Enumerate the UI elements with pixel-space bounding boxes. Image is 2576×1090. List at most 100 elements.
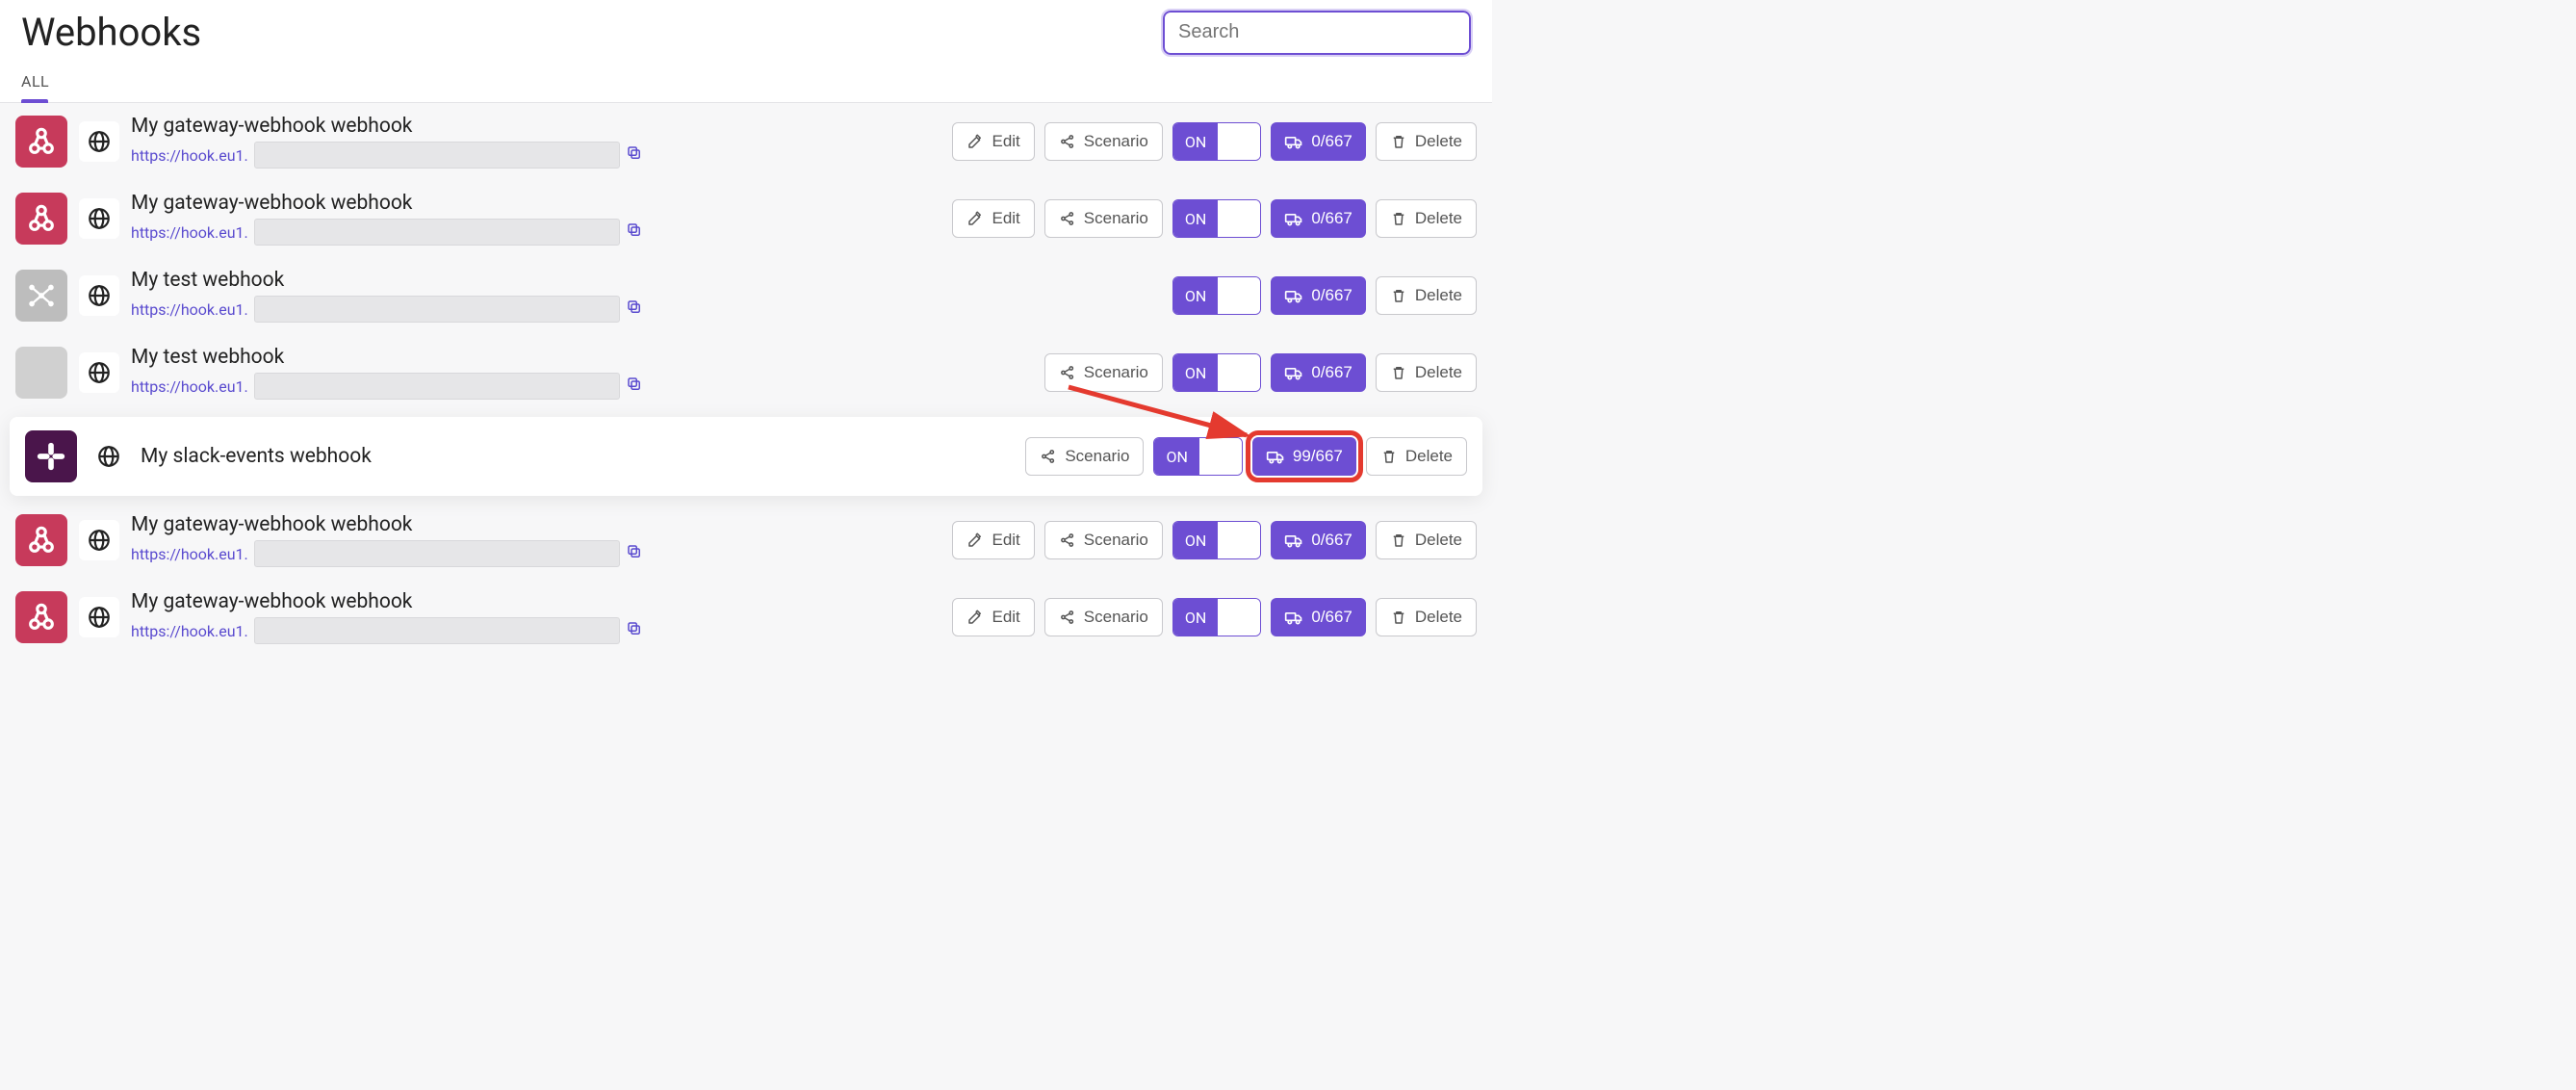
delete-button[interactable]: Delete xyxy=(1366,437,1467,476)
webhook-url: https://hook.eu1. xyxy=(131,142,940,169)
scenario-icon xyxy=(1059,210,1076,227)
queue-count: 0/667 xyxy=(1311,286,1352,305)
delete-button[interactable]: Delete xyxy=(1376,353,1477,392)
webhook-info: My test webhook https://hook.eu1. xyxy=(131,346,1033,400)
delete-button[interactable]: Delete xyxy=(1376,122,1477,161)
url-hidden xyxy=(254,296,620,323)
delete-button[interactable]: Delete xyxy=(1376,276,1477,315)
url-prefix: https://hook.eu1. xyxy=(131,622,248,640)
toggle-on-label: ON xyxy=(1173,123,1218,160)
toggle-on-label: ON xyxy=(1173,200,1218,237)
copy-url-icon[interactable] xyxy=(626,144,643,166)
queue-button[interactable]: 0/667 xyxy=(1271,598,1366,636)
toggle-off xyxy=(1218,123,1260,160)
edit-label: Edit xyxy=(992,608,1019,627)
truck-icon xyxy=(1284,132,1303,151)
row-actions: Edit Scenario ON 0/667 Delete xyxy=(952,122,1477,161)
webhook-row: My test webhook https://hook.eu1. Scenar… xyxy=(0,334,1492,411)
trash-icon xyxy=(1390,364,1407,381)
webhook-name: My test webhook xyxy=(131,269,1161,292)
truck-icon xyxy=(1284,286,1303,305)
url-hidden xyxy=(254,142,620,169)
queue-button[interactable]: 0/667 xyxy=(1271,353,1366,392)
row-actions: Edit Scenario ON 0/667 Delete xyxy=(952,521,1477,559)
app-icon xyxy=(15,193,67,245)
webhook-row: My slack-events webhook Scenario ON 99/6… xyxy=(10,417,1482,496)
toggle-off xyxy=(1218,200,1260,237)
webhook-row: My test webhook https://hook.eu1. ON 0/6… xyxy=(0,257,1492,334)
trash-icon xyxy=(1390,210,1407,227)
url-prefix: https://hook.eu1. xyxy=(131,545,248,563)
delete-label: Delete xyxy=(1415,363,1462,382)
scenario-icon xyxy=(1059,133,1076,150)
delete-button[interactable]: Delete xyxy=(1376,199,1477,238)
queue-count: 0/667 xyxy=(1311,363,1352,382)
webhook-name: My test webhook xyxy=(131,346,1033,369)
webhook-info: My test webhook https://hook.eu1. xyxy=(131,269,1161,323)
search-input[interactable] xyxy=(1163,11,1471,55)
copy-url-icon[interactable] xyxy=(626,543,643,564)
trash-icon xyxy=(1390,287,1407,304)
copy-url-icon[interactable] xyxy=(626,298,643,320)
url-hidden xyxy=(254,219,620,246)
truck-icon xyxy=(1284,363,1303,382)
tab-all[interactable]: ALL xyxy=(21,72,49,102)
toggle-off xyxy=(1218,277,1260,314)
enable-toggle[interactable]: ON xyxy=(1172,353,1261,392)
queue-button[interactable]: 0/667 xyxy=(1271,276,1366,315)
webhook-info: My slack-events webhook xyxy=(141,445,1014,468)
scenario-icon xyxy=(1059,532,1076,549)
queue-count: 0/667 xyxy=(1311,209,1352,228)
enable-toggle[interactable]: ON xyxy=(1172,122,1261,161)
scenario-button[interactable]: Scenario xyxy=(1044,199,1163,238)
globe-icon xyxy=(79,121,119,162)
scenario-button[interactable]: Scenario xyxy=(1044,598,1163,636)
toggle-on-label: ON xyxy=(1154,438,1198,475)
enable-toggle[interactable]: ON xyxy=(1172,598,1261,636)
globe-icon xyxy=(79,198,119,239)
enable-toggle[interactable]: ON xyxy=(1172,199,1261,238)
trash-icon xyxy=(1380,448,1398,465)
webhook-row: My gateway-webhook webhook https://hook.… xyxy=(0,103,1492,180)
scenario-button[interactable]: Scenario xyxy=(1044,122,1163,161)
queue-button[interactable]: 0/667 xyxy=(1271,122,1366,161)
row-actions: Scenario ON 99/667 Delete xyxy=(1025,437,1467,476)
copy-url-icon[interactable] xyxy=(626,376,643,397)
row-actions: Scenario ON 0/667 Delete xyxy=(1044,353,1477,392)
scenario-button[interactable]: Scenario xyxy=(1044,521,1163,559)
page-title: Webhooks xyxy=(21,10,201,55)
scenario-button[interactable]: Scenario xyxy=(1044,353,1163,392)
edit-button[interactable]: Edit xyxy=(952,521,1034,559)
edit-button[interactable]: Edit xyxy=(952,199,1034,238)
truck-icon xyxy=(1266,447,1285,466)
scenario-button[interactable]: Scenario xyxy=(1025,437,1144,476)
webhook-url: https://hook.eu1. xyxy=(131,219,940,246)
queue-button[interactable]: 0/667 xyxy=(1271,521,1366,559)
url-prefix: https://hook.eu1. xyxy=(131,146,248,165)
webhook-info: My gateway-webhook webhook https://hook.… xyxy=(131,192,940,246)
toggle-off xyxy=(1199,438,1242,475)
toggle-off xyxy=(1218,354,1260,391)
webhook-info: My gateway-webhook webhook https://hook.… xyxy=(131,513,940,567)
queue-button[interactable]: 0/667 xyxy=(1271,199,1366,238)
delete-button[interactable]: Delete xyxy=(1376,598,1477,636)
delete-label: Delete xyxy=(1415,209,1462,228)
enable-toggle[interactable]: ON xyxy=(1172,521,1261,559)
app-icon xyxy=(15,591,67,643)
delete-button[interactable]: Delete xyxy=(1376,521,1477,559)
copy-url-icon[interactable] xyxy=(626,620,643,641)
copy-url-icon[interactable] xyxy=(626,221,643,243)
app-icon xyxy=(15,347,67,399)
globe-icon xyxy=(89,436,129,477)
enable-toggle[interactable]: ON xyxy=(1172,276,1261,315)
scenario-label: Scenario xyxy=(1084,209,1148,228)
scenario-icon xyxy=(1059,609,1076,626)
queue-button[interactable]: 99/667 xyxy=(1252,437,1356,476)
queue-count: 0/667 xyxy=(1311,132,1352,151)
scenario-icon xyxy=(1040,448,1057,465)
enable-toggle[interactable]: ON xyxy=(1153,437,1242,476)
edit-button[interactable]: Edit xyxy=(952,598,1034,636)
edit-button[interactable]: Edit xyxy=(952,122,1034,161)
edit-icon xyxy=(966,133,984,150)
edit-icon xyxy=(966,532,984,549)
